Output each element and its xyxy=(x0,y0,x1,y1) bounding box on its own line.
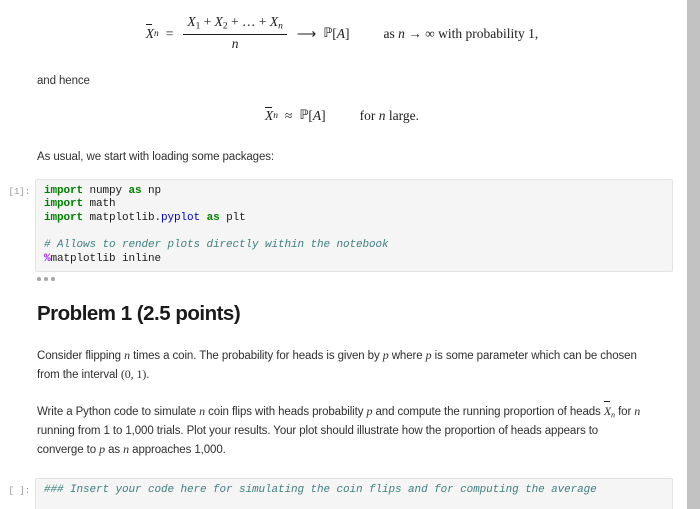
code-cell-1[interactable]: [1]: import numpy as np import math import… xyxy=(0,167,687,281)
cell-2-input[interactable]: ### Insert your code here for simulating… xyxy=(35,477,673,509)
code-token: import xyxy=(44,184,84,197)
vertical-scrollbar[interactable] xyxy=(687,0,700,509)
code-line: # Allows to render plots directly within… xyxy=(44,239,672,253)
math-variable-xbar: X xyxy=(604,400,611,421)
code-token: matplotlib inline xyxy=(50,252,162,265)
equation2-condition: for n large. xyxy=(359,107,420,123)
code-token: matplotlib. xyxy=(83,211,162,224)
equation2-xbar: X xyxy=(264,106,274,123)
code-token: math xyxy=(83,198,116,211)
markdown-cell-paragraph-2[interactable]: Write a Python code to simulate n coin f… xyxy=(0,385,687,460)
math-variable-n: n xyxy=(634,403,641,418)
markdown-cell-paragraph-1[interactable]: Consider flipping n times a coin. The pr… xyxy=(0,326,687,385)
markdown-cell-problem-1[interactable]: Problem 1 (2.5 points) xyxy=(0,281,687,326)
code-token: plt xyxy=(219,211,246,224)
code-token: import xyxy=(44,198,84,211)
paragraph-2: Write a Python code to simulate n coin f… xyxy=(37,400,641,457)
code-line: %matplotlib inline xyxy=(44,253,672,267)
math-variable-p: p xyxy=(366,403,373,418)
code-line: ### Insert your code here for simulating… xyxy=(44,484,672,498)
math-variable-n: n xyxy=(199,403,206,418)
equation1-fraction: X1 + X2 + … + Xn n xyxy=(183,14,287,53)
code-line: import matplotlib.pyplot as plt xyxy=(44,212,672,226)
cell-1-input[interactable]: import numpy as np import math import matp… xyxy=(35,178,673,273)
code-token: numpy xyxy=(83,184,129,197)
code-token: as xyxy=(206,211,220,224)
math-interval: (0, 1) xyxy=(120,367,147,382)
text-packages-intro: As usual, we start with loading some pac… xyxy=(37,150,275,163)
page-title: Problem 1 (2.5 points) xyxy=(37,301,241,325)
math-variable-p: p xyxy=(99,442,105,457)
math-variable-xbar-sub: n xyxy=(611,410,615,420)
paragraph-1: Consider flipping n times a coin. The pr… xyxy=(37,347,637,382)
notebook-document: Xn = X1 + X2 + … + Xn n ⟶ ℙ[A] as n → ∞ … xyxy=(0,0,687,509)
equation1-xbar: X xyxy=(145,24,154,41)
markdown-cell-packages-intro[interactable]: As usual, we start with loading some pac… xyxy=(0,124,687,167)
code-line: import numpy as np xyxy=(44,185,672,199)
code-cell-2[interactable]: [ ]: ### Insert your code here for simul… xyxy=(0,460,687,509)
code-token: as xyxy=(128,184,142,197)
display-equation-1: Xn = X1 + X2 + … + Xn n ⟶ ℙ[A] as n → ∞ … xyxy=(145,14,539,53)
code-token: # Allows to render plots directly within… xyxy=(44,238,389,251)
markdown-cell-equation-2[interactable]: Xn ≈ ℙ[A] for n large. xyxy=(0,91,687,124)
code-token: import xyxy=(44,211,84,224)
code-token: pyplot xyxy=(161,211,201,224)
text-and-hence: and hence xyxy=(37,75,90,88)
cell-1-prompt[interactable]: [1]: xyxy=(0,179,35,199)
display-equation-2: Xn ≈ ℙ[A] for n large. xyxy=(264,106,420,124)
code-token: np xyxy=(141,184,162,197)
equation2-probability-symbol: ℙ xyxy=(299,108,309,124)
math-variable-p: p xyxy=(425,347,432,362)
equation1-probability-symbol: ℙ xyxy=(323,26,333,42)
cell-1-collapsed-output[interactable] xyxy=(0,272,673,281)
markdown-cell-equation-1[interactable]: Xn = X1 + X2 + … + Xn n ⟶ ℙ[A] as n → ∞ … xyxy=(0,0,687,53)
math-variable-p: p xyxy=(382,347,389,362)
code-token: ### Insert your code here for simulating… xyxy=(44,483,597,496)
cell-2-prompt[interactable]: [ ]: xyxy=(0,478,35,498)
code-line: import math xyxy=(44,198,672,212)
math-variable-n: n xyxy=(124,347,130,362)
math-variable-n: n xyxy=(123,442,130,457)
equation1-condition: as n → ∞ with probability 1, xyxy=(383,25,539,41)
markdown-cell-and-hence[interactable]: and hence xyxy=(0,53,687,91)
